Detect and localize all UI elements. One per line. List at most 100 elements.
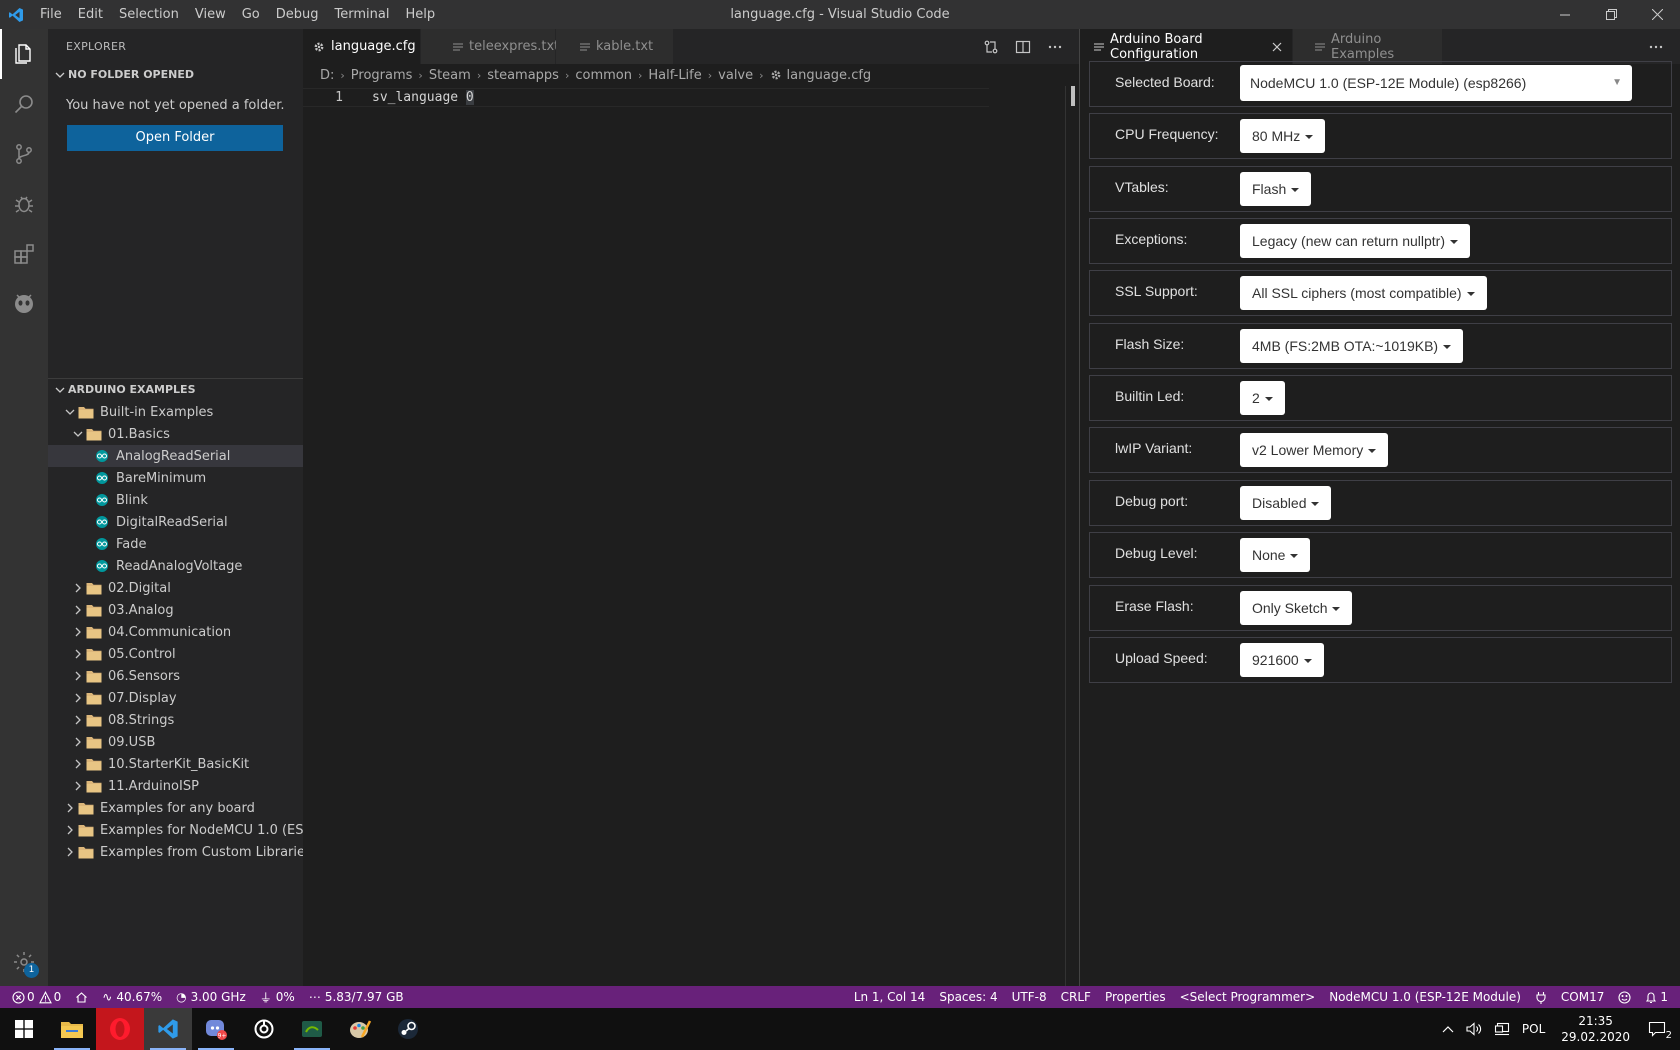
tree-item[interactable]: Fade <box>48 533 303 555</box>
plug-icon[interactable] <box>1528 986 1554 1008</box>
opera-icon[interactable] <box>96 1008 144 1050</box>
power-indicator[interactable]: ⏚ 0% <box>253 986 302 1008</box>
config-dropdown[interactable]: All SSL ciphers (most compatible) <box>1240 276 1487 310</box>
breadcrumb-segment[interactable]: common <box>575 68 632 83</box>
extensions-icon[interactable] <box>0 229 48 279</box>
serial-port[interactable]: COM17 <box>1554 986 1611 1008</box>
tree-item[interactable]: 08.Strings <box>48 709 303 731</box>
breadcrumb-segment[interactable]: valve <box>718 68 753 83</box>
tree-item[interactable]: BareMinimum <box>48 467 303 489</box>
tree-item[interactable]: Built-in Examples <box>48 401 303 423</box>
tree-item[interactable]: AnalogReadSerial <box>48 445 303 467</box>
tree-item[interactable]: Examples from Custom Libraries <box>48 841 303 863</box>
platformio-icon[interactable] <box>0 279 48 329</box>
menu-help[interactable]: Help <box>397 0 443 29</box>
tree-item[interactable]: DigitalReadSerial <box>48 511 303 533</box>
files-icon[interactable] <box>0 29 48 79</box>
tree-item[interactable]: 02.Digital <box>48 577 303 599</box>
code-editor[interactable]: 1 sv_language 0 <box>303 86 1079 966</box>
breadcrumb-segment[interactable]: Programs <box>351 68 413 83</box>
source-control-icon[interactable] <box>0 129 48 179</box>
input-language[interactable]: POL <box>1516 1008 1551 1050</box>
clock[interactable]: 21:35 29.02.2020 <box>1551 1013 1640 1045</box>
menu-terminal[interactable]: Terminal <box>327 0 398 29</box>
tree-item[interactable]: 11.ArduinoISP <box>48 775 303 797</box>
tree-item[interactable]: 01.Basics <box>48 423 303 445</box>
network-icon[interactable] <box>1488 1008 1516 1050</box>
breadcrumb-file[interactable]: language.cfg <box>787 68 872 83</box>
language-mode[interactable]: Properties <box>1098 986 1173 1008</box>
breadcrumb-segment[interactable]: Steam <box>429 68 471 83</box>
home-icon[interactable] <box>68 986 95 1008</box>
notifications-indicator[interactable]: 1 <box>1638 986 1680 1008</box>
tab-arduino-board-configuration[interactable]: Arduino Board Configuration <box>1080 29 1293 64</box>
config-dropdown[interactable]: v2 Lower Memory <box>1240 433 1389 467</box>
config-dropdown[interactable]: Legacy (new can return nullptr) <box>1240 224 1470 258</box>
menu-edit[interactable]: Edit <box>70 0 111 29</box>
menu-view[interactable]: View <box>187 0 234 29</box>
menu-selection[interactable]: Selection <box>111 0 187 29</box>
tree-item[interactable]: 04.Communication <box>48 621 303 643</box>
steelseries-icon[interactable] <box>240 1008 288 1050</box>
board-selector[interactable]: NodeMCU 1.0 (ESP-12E Module) <box>1322 986 1528 1008</box>
tree-item[interactable]: Examples for NodeMCU 1.0 (ES... <box>48 819 303 841</box>
steam-icon[interactable] <box>384 1008 432 1050</box>
open-changes-icon[interactable] <box>975 29 1007 64</box>
config-dropdown[interactable]: Only Sketch <box>1240 591 1353 625</box>
encoding[interactable]: UTF-8 <box>1005 986 1054 1008</box>
tree-item[interactable]: 10.StarterKit_BasicKit <box>48 753 303 775</box>
config-dropdown[interactable]: 80 MHz <box>1240 119 1326 153</box>
config-dropdown[interactable]: None <box>1240 538 1311 572</box>
tab-kable-txt[interactable]: kable.txt <box>556 29 674 64</box>
select-programmer[interactable]: <Select Programmer> <box>1173 986 1323 1008</box>
tree-item[interactable]: 09.USB <box>48 731 303 753</box>
menu-debug[interactable]: Debug <box>268 0 327 29</box>
nvidia-icon[interactable] <box>288 1008 336 1050</box>
close-icon[interactable] <box>1272 42 1282 52</box>
config-dropdown[interactable]: NodeMCU 1.0 (ESP-12E Module) (esp8266) ▼ <box>1240 65 1632 101</box>
file-explorer-icon[interactable] <box>48 1008 96 1050</box>
cursor-position[interactable]: Ln 1, Col 14 <box>847 986 933 1008</box>
tree-item[interactable]: 03.Analog <box>48 599 303 621</box>
discord-icon[interactable]: 9+ <box>192 1008 240 1050</box>
tab-language-cfg[interactable]: language.cfg <box>303 29 436 64</box>
config-dropdown[interactable]: Flash <box>1240 172 1312 206</box>
minimize-button[interactable] <box>1542 0 1588 29</box>
memory-indicator[interactable]: ⋯ 5.83/7.97 GB <box>302 986 411 1008</box>
breadcrumb-segment[interactable]: D: <box>320 68 334 83</box>
tree-item[interactable]: Blink <box>48 489 303 511</box>
open-folder-button[interactable]: Open Folder <box>67 125 283 151</box>
search-icon[interactable] <box>0 79 48 129</box>
close-window-button[interactable] <box>1634 0 1680 29</box>
tab-teleexpres-txt[interactable]: teleexpres.txt <box>421 29 559 64</box>
windows-start-icon[interactable] <box>0 1008 48 1050</box>
cpu-freq-indicator[interactable]: ◔ 3.00 GHz <box>169 986 253 1008</box>
vscode-icon[interactable] <box>144 1008 192 1050</box>
arduino-examples-section-header[interactable]: ARDUINO EXAMPLES <box>48 379 303 401</box>
debug-icon[interactable] <box>0 179 48 229</box>
action-center-icon[interactable]: 2 <box>1640 1008 1680 1050</box>
indentation[interactable]: Spaces: 4 <box>932 986 1004 1008</box>
paint-icon[interactable] <box>336 1008 384 1050</box>
volume-icon[interactable] <box>1460 1008 1488 1050</box>
tree-item[interactable]: 06.Sensors <box>48 665 303 687</box>
split-editor-icon[interactable] <box>1007 29 1039 64</box>
editor-scrollbar[interactable] <box>1065 86 1079 986</box>
tree-item[interactable]: 05.Control <box>48 643 303 665</box>
breadcrumb-segment[interactable]: steamapps <box>487 68 559 83</box>
no-folder-section-header[interactable]: NO FOLDER OPENED <box>48 64 303 86</box>
tree-item[interactable]: Examples for any board <box>48 797 303 819</box>
tab-arduino-examples[interactable]: Arduino Examples <box>1293 29 1443 64</box>
menu-go[interactable]: Go <box>234 0 268 29</box>
breadcrumb-segment[interactable]: Half-Life <box>648 68 701 83</box>
tree-item[interactable]: ReadAnalogVoltage <box>48 555 303 577</box>
menu-file[interactable]: File <box>32 0 70 29</box>
scrollbar-thumb[interactable] <box>1071 86 1075 106</box>
config-dropdown[interactable]: 921600 <box>1240 643 1324 677</box>
restore-button[interactable] <box>1588 0 1634 29</box>
feedback-smiley-icon[interactable] <box>1611 986 1638 1008</box>
problems-indicator[interactable]: 0 0 <box>0 986 68 1008</box>
config-dropdown[interactable]: 2 <box>1240 381 1285 415</box>
more-actions-icon[interactable] <box>1640 29 1672 64</box>
chevron-up-icon[interactable] <box>1436 1008 1460 1050</box>
